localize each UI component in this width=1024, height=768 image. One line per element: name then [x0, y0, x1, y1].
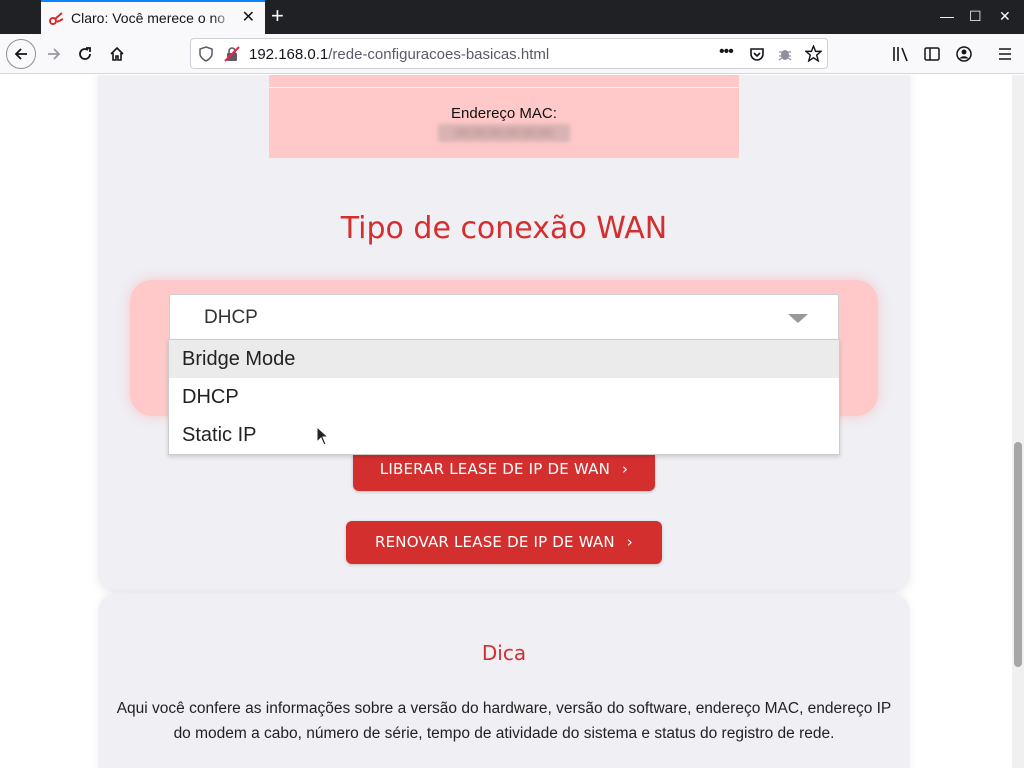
arrow-right-icon	[48, 48, 61, 60]
tab-close-icon[interactable]: ✕	[242, 10, 255, 26]
url-host: 192.168.0.1	[249, 46, 329, 63]
claro-favicon-icon	[49, 12, 64, 25]
reload-icon	[79, 47, 91, 60]
shield-icon[interactable]	[199, 46, 213, 62]
home-button[interactable]	[103, 40, 131, 68]
tip-title: Dica	[481, 641, 527, 665]
library-icon[interactable]	[892, 46, 910, 62]
url-text[interactable]: 192.168.0.1/rede-configuracoes-basicas.h…	[249, 46, 549, 63]
wan-options-dropdown: Bridge Mode DHCP Static IP	[168, 339, 840, 455]
url-path: /rede-configuracoes-basicas.html	[328, 46, 550, 63]
tab-bar: Claro: Você merece o no ✕ + — ☐ ✕	[0, 0, 1024, 34]
button-label: RENOVAR LEASE DE IP DE WAN	[374, 533, 615, 551]
button-label: LIBERAR LEASE DE IP DE WAN	[379, 460, 610, 478]
divider	[269, 87, 739, 88]
close-window-icon[interactable]: ✕	[999, 8, 1011, 24]
forward-button[interactable]	[40, 40, 68, 68]
account-icon[interactable]	[956, 46, 972, 62]
wan-section-title: Tipo de conexão WAN	[340, 211, 668, 246]
star-icon[interactable]	[805, 45, 822, 62]
back-button[interactable]	[6, 39, 36, 69]
more-icon[interactable]: •••	[719, 43, 734, 61]
mouse-cursor-icon	[316, 426, 330, 446]
renew-wan-lease-button[interactable]: RENOVAR LEASE DE IP DE WAN ›	[346, 521, 662, 564]
chevron-right-icon: ›	[626, 533, 633, 551]
pocket-icon[interactable]	[749, 46, 765, 62]
sidebar-icon[interactable]	[924, 46, 940, 62]
scrollbar-thumb[interactable]	[1014, 442, 1022, 667]
wan-connection-type-select[interactable]: DHCP	[169, 294, 839, 340]
insecure-lock-icon[interactable]	[224, 46, 240, 62]
chevron-down-icon	[788, 314, 808, 323]
page-viewport: Endereço MAC: 00:00:00:00:00:00 Tipo de …	[0, 75, 1012, 768]
new-tab-button[interactable]: +	[271, 5, 284, 27]
mac-address-value: 00:00:00:00:00:00	[438, 124, 570, 142]
browser-tab[interactable]: Claro: Você merece o no ✕	[41, 0, 265, 34]
select-value: DHCP	[204, 307, 258, 328]
tip-text: Aqui você confere as informações sobre a…	[116, 700, 892, 742]
maximize-window-icon[interactable]: ☐	[969, 8, 982, 24]
mac-address-label: Endereço MAC:	[451, 105, 557, 122]
bug-icon[interactable]	[777, 46, 793, 62]
vertical-scrollbar[interactable]	[1012, 75, 1024, 768]
minimize-window-icon[interactable]: —	[940, 8, 954, 24]
home-icon	[110, 46, 124, 61]
option-static-ip[interactable]: Static IP	[169, 416, 839, 454]
arrow-left-icon	[14, 48, 27, 60]
navigation-toolbar: 192.168.0.1/rede-configuracoes-basicas.h…	[0, 34, 1024, 74]
address-bar[interactable]: 192.168.0.1/rede-configuracoes-basicas.h…	[190, 38, 828, 69]
hamburger-menu-icon[interactable]	[997, 46, 1013, 62]
option-dhcp[interactable]: DHCP	[169, 378, 839, 416]
reload-button[interactable]	[71, 40, 99, 68]
option-bridge-mode[interactable]: Bridge Mode	[169, 340, 839, 378]
tab-title: Claro: Você merece o no	[71, 10, 226, 26]
